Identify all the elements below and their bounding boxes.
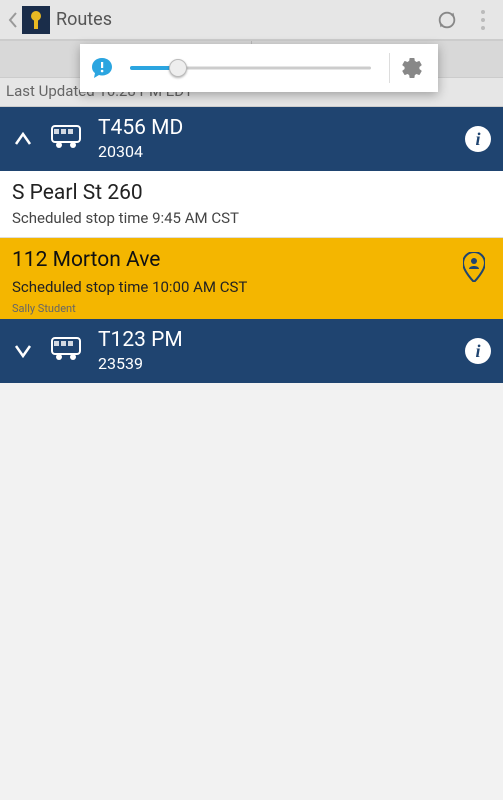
info-icon[interactable]: i (465, 338, 491, 364)
person-pin-icon[interactable] (463, 252, 485, 286)
overflow-menu-icon[interactable] (467, 0, 499, 40)
info-icon[interactable]: i (465, 126, 491, 152)
refresh-icon[interactable] (427, 0, 467, 40)
back-icon[interactable] (4, 0, 22, 40)
route-id: 23539 (98, 354, 183, 373)
alert-bubble-icon[interactable] (88, 54, 116, 82)
route-name: T456 MD (98, 117, 183, 140)
bus-icon (50, 124, 84, 154)
bus-icon (50, 336, 84, 366)
stop-schedule: Scheduled stop time 10:00 AM CST (12, 278, 491, 296)
stop-item-highlighted[interactable]: 112 Morton Ave Scheduled stop time 10:00… (0, 238, 503, 319)
gear-icon[interactable] (394, 50, 430, 86)
volume-popup (80, 44, 438, 92)
student-name: Sally Student (12, 302, 491, 315)
expand-icon[interactable] (14, 339, 34, 364)
slider-thumb[interactable] (169, 59, 187, 77)
page-title: Routes (56, 9, 112, 30)
collapse-icon[interactable] (14, 127, 34, 152)
route-name: T123 PM (98, 329, 183, 352)
stop-item[interactable]: S Pearl St 260 Scheduled stop time 9:45 … (0, 171, 503, 238)
route-header[interactable]: T456 MD 20304 i (0, 107, 503, 171)
stop-title: S Pearl St 260 (12, 181, 491, 205)
stop-schedule: Scheduled stop time 9:45 AM CST (12, 209, 491, 227)
route-id: 20304 (98, 142, 183, 161)
volume-slider[interactable] (116, 44, 385, 92)
route-header[interactable]: T123 PM 23539 i (0, 319, 503, 383)
app-logo-icon (22, 6, 50, 34)
stop-title: 112 Morton Ave (12, 248, 491, 272)
